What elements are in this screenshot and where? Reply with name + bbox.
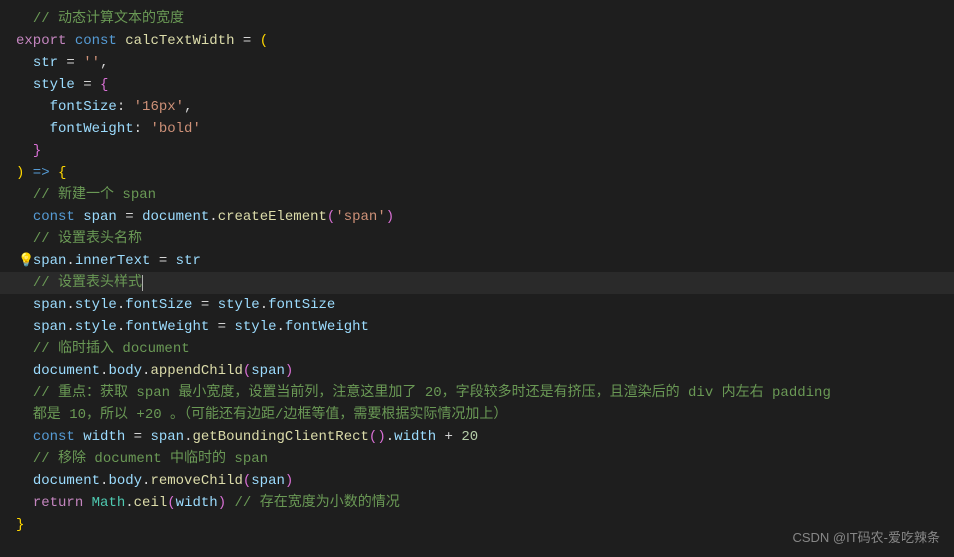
code-line: // 移除 document 中临时的 span (0, 448, 954, 470)
code-line: const span = document.createElement('spa… (0, 206, 954, 228)
code-line: // 动态计算文本的宽度 (0, 8, 954, 30)
code-line: style = { (0, 74, 954, 96)
code-line: // 设置表头名称 (0, 228, 954, 250)
code-line: span.style.fontSize = style.fontSize (0, 294, 954, 316)
code-line: return Math.ceil(width) // 存在宽度为小数的情况 (0, 492, 954, 514)
code-line: // 临时插入 document (0, 338, 954, 360)
code-line: } (0, 140, 954, 162)
code-line: fontWeight: 'bold' (0, 118, 954, 140)
code-line: fontSize: '16px', (0, 96, 954, 118)
code-line: export const calcTextWidth = ( (0, 30, 954, 52)
comment: // 动态计算文本的宽度 (33, 11, 184, 27)
watermark-text: CSDN @IT码农-爱吃辣条 (792, 527, 940, 549)
code-line: ) => { (0, 162, 954, 184)
code-line: // 重点：获取 span 最小宽度，设置当前列，注意这里加了 20，字段较多时… (0, 382, 954, 404)
code-line: str = '', (0, 52, 954, 74)
text-cursor (142, 275, 143, 291)
code-line: const width = span.getBoundingClientRect… (0, 426, 954, 448)
code-line: span.style.fontWeight = style.fontWeight (0, 316, 954, 338)
lightbulb-icon[interactable]: 💡 (18, 250, 34, 272)
code-line-active: // 设置表头样式 (0, 272, 954, 294)
code-line: 都是 10，所以 +20 。（可能还有边距/边框等值，需要根据实际情况加上） (0, 404, 954, 426)
code-line: document.body.appendChild(span) (0, 360, 954, 382)
code-line: document.body.removeChild(span) (0, 470, 954, 492)
code-editor[interactable]: // 动态计算文本的宽度 export const calcTextWidth … (0, 8, 954, 536)
code-line: 💡 span.innerText = str (0, 250, 954, 272)
code-line: // 新建一个 span (0, 184, 954, 206)
